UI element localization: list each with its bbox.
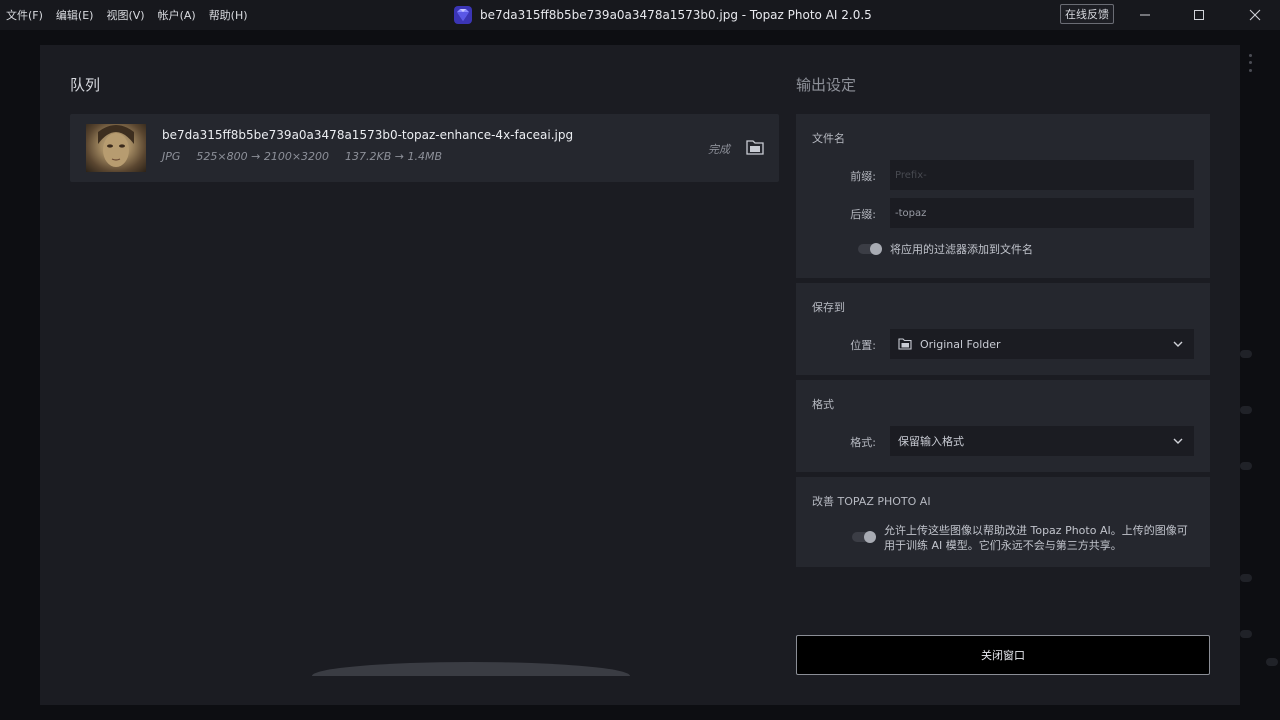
upload-consent-text: 允许上传这些图像以帮助改进 Topaz Photo AI。上传的图像可 用于训练… (884, 523, 1188, 553)
maximize-icon[interactable] (1176, 0, 1222, 30)
minimize-icon[interactable] (1122, 0, 1168, 30)
suffix-label: 后缀: (850, 208, 876, 221)
upload-consent-line-2: 用于训练 AI 模型。它们永远不会与第三方共享。 (884, 539, 1122, 552)
image-thumbnail (86, 124, 146, 172)
menu-edit[interactable]: 编辑(E) (56, 7, 94, 23)
save-to-panel: 保存到 位置: Original Folder (796, 283, 1210, 375)
menu-file[interactable]: 文件(F) (6, 7, 43, 23)
folder-open-icon[interactable] (746, 139, 764, 155)
window-title: be7da315ff8b5be739a0a3478a1573b0.jpg - T… (480, 8, 872, 22)
file-format: JPG (162, 150, 181, 163)
file-resolution: 525×800 → 2100×3200 (196, 150, 330, 163)
menu-account[interactable]: 帐户(A) (158, 7, 196, 23)
queue-title: 队列 (70, 76, 101, 94)
prefix-label: 前缀: (850, 170, 876, 183)
improve-section-label: 改善 TOPAZ PHOTO AI (812, 495, 931, 508)
location-value: Original Folder (920, 337, 1001, 351)
menu-help[interactable]: 帮助(H) (209, 7, 248, 23)
chevron-down-icon (1173, 341, 1183, 347)
queue-file-meta: JPG 525×800 → 2100×3200 137.2KB → 1.4MB (162, 150, 442, 163)
menu-view[interactable]: 视图(V) (106, 7, 144, 23)
output-settings-title: 输出设定 (796, 76, 857, 94)
format-select[interactable]: 保留输入格式 (890, 426, 1194, 456)
filename-section-label: 文件名 (812, 132, 845, 145)
filter-name-toggle-label: 将应用的过滤器添加到文件名 (890, 243, 1033, 256)
title-bar: 文件(F) 编辑(E) 视图(V) 帐户(A) 帮助(H) be7da315ff… (0, 0, 1280, 30)
topaz-logo-icon (454, 6, 472, 24)
upload-consent-toggle[interactable] (852, 531, 876, 543)
upload-consent-line-1: 允许上传这些图像以帮助改进 Topaz Photo AI。上传的图像可 (884, 524, 1188, 537)
format-panel: 格式 格式: 保留输入格式 (796, 380, 1210, 472)
menu-bar: 文件(F) 编辑(E) 视图(V) 帐户(A) 帮助(H) (0, 0, 261, 30)
prefix-input[interactable] (890, 160, 1194, 190)
location-select[interactable]: Original Folder (890, 329, 1194, 359)
format-label: 格式: (850, 436, 876, 449)
feedback-button[interactable]: 在线反馈 (1060, 4, 1114, 24)
folder-icon (898, 338, 912, 350)
suffix-input[interactable] (890, 198, 1194, 228)
chevron-down-icon (1173, 438, 1183, 444)
close-icon[interactable] (1232, 0, 1278, 30)
close-window-button[interactable]: 关闭窗口 (796, 635, 1210, 675)
location-label: 位置: (850, 339, 876, 352)
format-section-label: 格式 (812, 398, 834, 411)
save-to-section-label: 保存到 (812, 301, 845, 314)
filter-name-toggle[interactable] (858, 243, 882, 255)
status-label: 完成 (708, 143, 730, 156)
queue-file-name: be7da315ff8b5be739a0a3478a1573b0-topaz-e… (162, 128, 574, 142)
file-size: 137.2KB → 1.4MB (345, 150, 443, 163)
improve-panel: 改善 TOPAZ PHOTO AI 允许上传这些图像以帮助改进 Topaz Ph… (796, 477, 1210, 567)
filename-panel: 文件名 前缀: 后缀: 将应用的过滤器添加到文件名 (796, 114, 1210, 278)
format-value: 保留输入格式 (898, 435, 964, 448)
queue-item: be7da315ff8b5be739a0a3478a1573b0-topaz-e… (70, 114, 779, 182)
more-options-icon[interactable] (1244, 52, 1256, 74)
window-title-area: be7da315ff8b5be739a0a3478a1573b0.jpg - T… (454, 0, 872, 30)
